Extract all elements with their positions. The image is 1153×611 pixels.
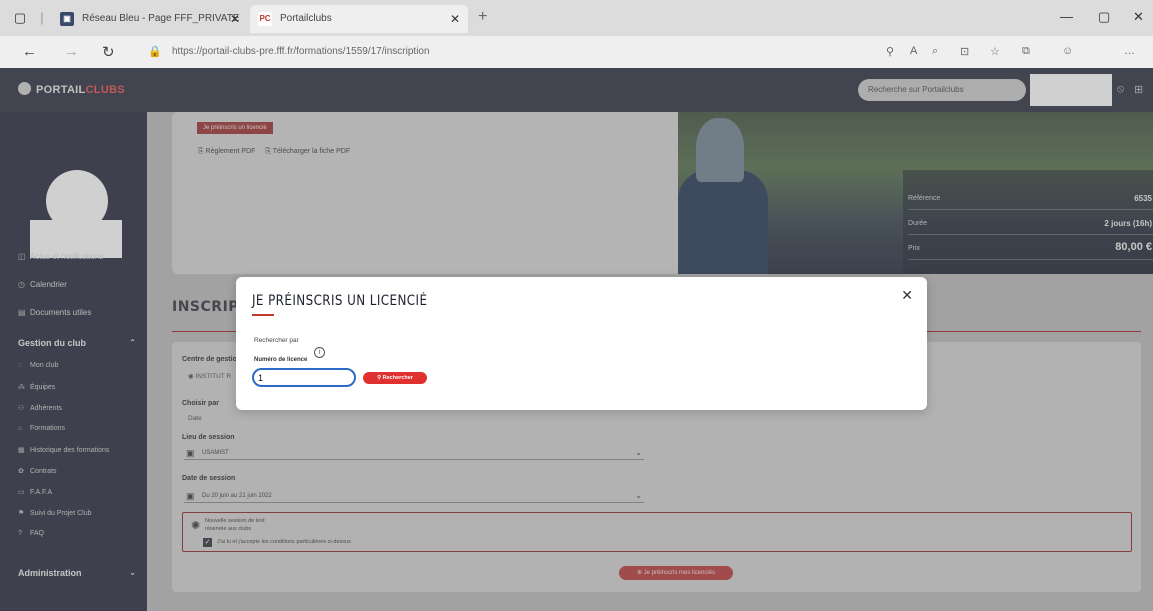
close-icon[interactable]: ✕ (901, 287, 913, 304)
new-tab-icon[interactable]: + (478, 8, 487, 26)
tab-portailclubs[interactable]: PC Portailclubs ✕ (250, 5, 468, 33)
more-icon[interactable]: … (1124, 45, 1135, 57)
extensions-icon[interactable]: ⊡ (960, 45, 969, 58)
collections-icon[interactable]: ⧉ (1022, 45, 1030, 58)
refresh-icon[interactable]: ↻ (102, 43, 115, 61)
close-tab-icon[interactable]: ✕ (450, 12, 460, 26)
maximize-icon[interactable]: ▢ (1098, 9, 1110, 25)
zoom-icon[interactable]: ⌕ (932, 45, 938, 58)
url-field[interactable]: 🔒 https://portail-clubs-pre.fff.fr/forma… (144, 42, 844, 62)
tab-favicon: ▣ (60, 12, 74, 26)
tab-label: Réseau Bleu - Page FFF_PRIVATE (82, 13, 240, 24)
tab-reseau-bleu[interactable]: ▣ Réseau Bleu - Page FFF_PRIVATE ✕ (52, 5, 248, 33)
read-aloud-icon[interactable]: A (910, 45, 917, 57)
tab-separator: | (40, 10, 44, 25)
close-window-icon[interactable]: ✕ (1133, 9, 1144, 25)
forward-icon[interactable]: → (64, 43, 79, 60)
preinscription-modal: JE PRÉINSCRIS UN LICENCIÉ ✕ Rechercher p… (236, 277, 927, 410)
minimize-icon[interactable]: — (1060, 9, 1073, 24)
licence-number-input[interactable] (252, 368, 356, 387)
tab-actions-icon[interactable]: ▢ (10, 8, 30, 28)
browser-tab-bar: ▢ | ▣ Réseau Bleu - Page FFF_PRIVATE ✕ P… (0, 0, 1153, 36)
search-by-label: Rechercher par (254, 337, 299, 344)
tab-label: Portailclubs (280, 13, 332, 24)
close-tab-icon[interactable]: ✕ (230, 12, 240, 26)
url-text: https://portail-clubs-pre.fff.fr/formati… (172, 46, 430, 57)
tab-favicon: PC (258, 12, 272, 26)
modal-title: JE PRÉINSCRIS UN LICENCIÉ (252, 293, 428, 309)
address-bar: ← → ↻ 🔒 https://portail-clubs-pre.fff.fr… (0, 36, 1153, 68)
back-icon[interactable]: ← (22, 43, 37, 60)
button-label: Rechercher (382, 375, 413, 381)
search-button[interactable]: ⚲ Rechercher (363, 372, 427, 384)
key-icon[interactable]: ⚲ (886, 45, 894, 58)
licence-field-label: Numéro de licence (254, 357, 308, 363)
profile-icon[interactable]: ☺ (1062, 45, 1073, 57)
info-icon[interactable]: i (314, 347, 325, 358)
favorites-icon[interactable]: ☆ (990, 45, 1000, 58)
lock-icon[interactable]: 🔒 (148, 42, 162, 62)
modal-title-underline (252, 314, 274, 316)
